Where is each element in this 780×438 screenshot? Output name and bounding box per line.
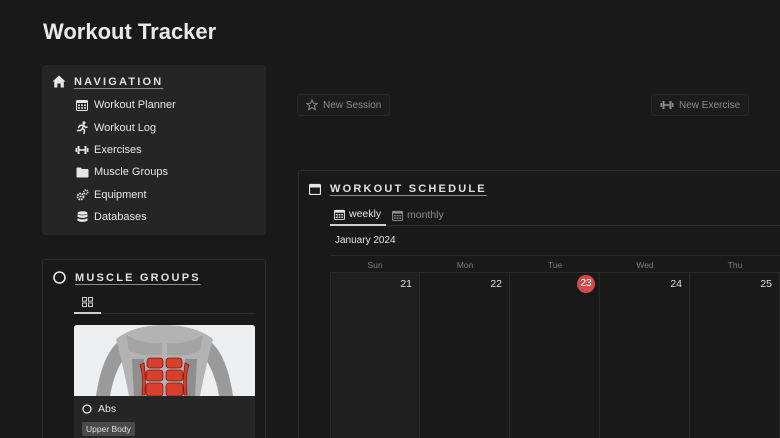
calendar-day-cell[interactable]: 23 [510, 273, 600, 438]
muscle-groups-header: MUSCLE GROUPS [53, 271, 201, 284]
day-header-sun: Sun [367, 260, 383, 270]
tab-monthly-label: monthly [407, 209, 444, 221]
circle-icon [82, 404, 92, 414]
calendar-day-cell[interactable]: 24 [600, 273, 690, 438]
nav-item-workout-planner[interactable]: Workout Planner [75, 94, 176, 116]
dumbbell-icon [660, 100, 674, 110]
day-header-tue: Tue [547, 260, 563, 270]
running-icon [75, 121, 89, 135]
new-exercise-label: New Exercise [679, 99, 741, 111]
card-title: Abs [82, 403, 116, 415]
new-exercise-button[interactable]: New Exercise [651, 94, 750, 116]
muscle-group-card[interactable]: Abs Upper Body [74, 325, 255, 438]
gears-icon [75, 188, 89, 202]
calendar-icon [334, 209, 345, 220]
page-title: Workout Tracker [43, 19, 217, 44]
calendar-day-cell[interactable]: 21 [330, 273, 420, 438]
navigation-panel: NAVIGATION Workout Planner Workout Log E… [42, 65, 266, 235]
calendar-icon [309, 183, 321, 195]
calendar-icon [392, 210, 403, 221]
new-session-label: New Session [323, 99, 382, 111]
card-title-text: Abs [98, 403, 117, 415]
day-header-wed: Wed [636, 260, 654, 270]
day-number: 22 [490, 278, 502, 290]
schedule-view-tabs: weekly monthly [330, 204, 780, 226]
navigation-heading: NAVIGATION [74, 76, 164, 88]
new-session-button[interactable]: New Session [297, 94, 391, 116]
day-header-thu: Thu [727, 260, 743, 270]
nav-item-muscle-groups[interactable]: Muscle Groups [75, 161, 176, 183]
calendar-day-headers: Sun Mon Tue Wed Thu [330, 255, 780, 273]
gallery-view-tab[interactable] [74, 292, 101, 314]
today-day-number: 23 [577, 275, 595, 293]
nav-item-label: Equipment [94, 188, 147, 201]
database-icon [75, 210, 89, 224]
tab-weekly-label: weekly [349, 208, 382, 220]
nav-item-workout-log[interactable]: Workout Log [75, 116, 176, 138]
calendar-day-cell[interactable]: 22 [420, 273, 510, 438]
tab-monthly[interactable]: monthly [392, 204, 444, 226]
nav-item-label: Workout Planner [94, 99, 176, 112]
workout-schedule-heading: WORKOUT SCHEDULE [330, 183, 487, 195]
nav-item-label: Workout Log [94, 121, 157, 134]
nav-item-equipment[interactable]: Equipment [75, 184, 176, 206]
nav-item-label: Exercises [94, 143, 142, 156]
workout-schedule-panel: WORKOUT SCHEDULE weekly monthly January … [298, 170, 780, 438]
dumbbell-icon [75, 143, 89, 157]
nav-item-exercises[interactable]: Exercises [75, 139, 176, 161]
muscle-groups-panel: MUSCLE GROUPS Abs Upper Body [42, 259, 266, 438]
calendar-month-label: January 2024 [335, 235, 396, 246]
calendar-day-cell[interactable]: 25 [690, 273, 780, 438]
tab-weekly[interactable]: weekly [330, 204, 386, 226]
muscle-groups-heading: MUSCLE GROUPS [75, 271, 201, 284]
star-icon [306, 99, 318, 111]
day-number: 25 [760, 278, 772, 290]
body-region-tag: Upper Body [82, 422, 135, 436]
navigation-header: NAVIGATION [52, 75, 163, 89]
nav-item-label: Databases [94, 211, 147, 224]
navigation-list: Workout Planner Workout Log Exercises Mu… [75, 94, 176, 228]
home-icon [52, 75, 66, 89]
day-number: 24 [670, 278, 682, 290]
calendar-icon [75, 98, 89, 112]
nav-item-databases[interactable]: Databases [75, 206, 176, 228]
circle-icon [53, 271, 66, 284]
gallery-grid-icon [82, 297, 93, 307]
workout-schedule-header: WORKOUT SCHEDULE [309, 183, 487, 195]
folder-icon [75, 165, 89, 179]
day-number: 21 [400, 278, 412, 290]
abs-anatomy-image [74, 325, 255, 396]
day-header-mon: Mon [456, 260, 474, 270]
muscle-groups-view-tabs [74, 292, 255, 314]
nav-item-label: Muscle Groups [94, 166, 168, 179]
